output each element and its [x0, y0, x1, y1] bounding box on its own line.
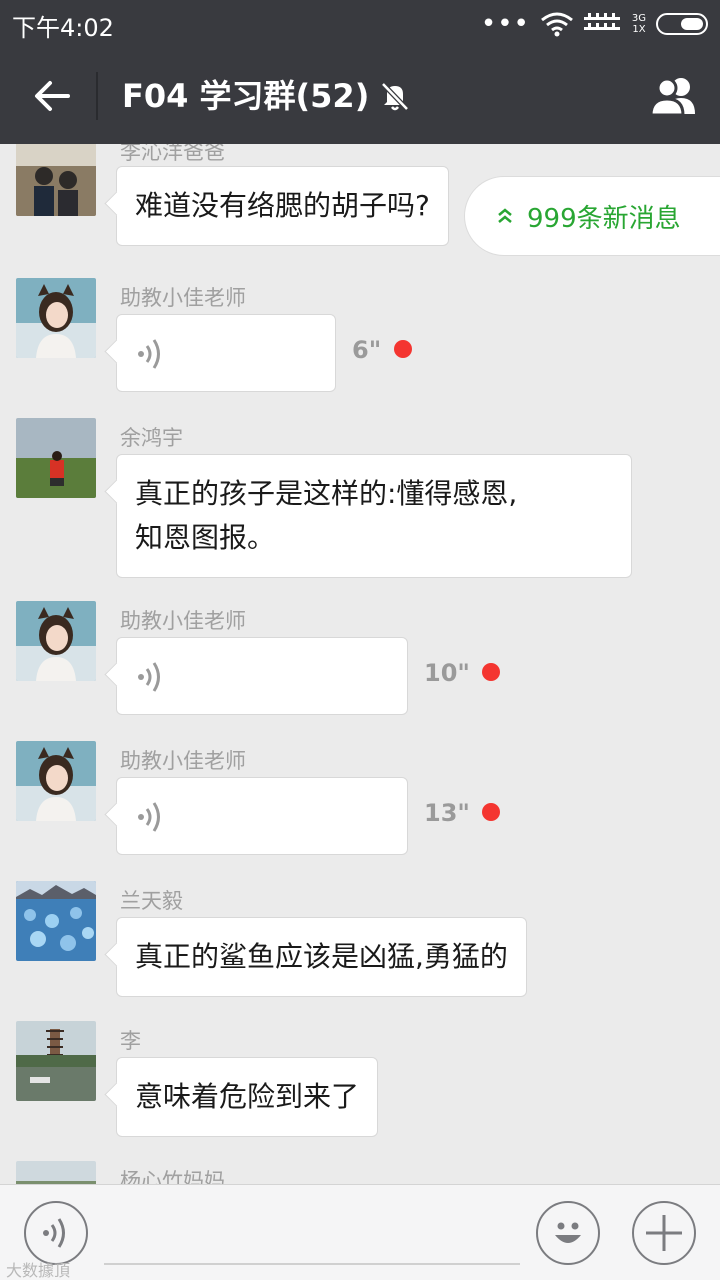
message-bubble[interactable]: 意味着危险到来了 [116, 1057, 379, 1137]
message-bubble[interactable]: 真正的孩子是这样的:懂得感恩, 知恩图报。 [116, 454, 632, 578]
sender-name: 李 [120, 1029, 141, 1053]
unread-dot [394, 340, 412, 358]
wifi-icon [540, 12, 573, 37]
voice-duration: 6" [352, 336, 382, 364]
message-input[interactable] [104, 1263, 520, 1265]
more-dots-icon: ••• [480, 9, 530, 39]
message-bubble[interactable]: 难道没有络腮的胡子吗? [116, 166, 449, 246]
group-members-button[interactable] [646, 72, 702, 120]
voice-duration: 10" [424, 659, 470, 687]
voice-wave-icon [43, 1218, 65, 1248]
new-messages-button[interactable]: 999条新消息 [464, 176, 720, 256]
sender-name: 李沁洋爸爸 [120, 144, 225, 164]
voice-wave-icon [138, 662, 160, 692]
unread-dot [482, 663, 500, 681]
more-options-button[interactable] [632, 1201, 696, 1265]
double-chevron-up-icon [498, 208, 512, 223]
voice-message[interactable] [116, 314, 336, 392]
group-members-icon [649, 77, 695, 116]
status-icons: ••• 3G 1X [481, 8, 708, 40]
smiley-icon [555, 1222, 581, 1243]
plus-icon [646, 1215, 682, 1251]
sender-name: 助教小佳老师 [120, 609, 246, 633]
chat-messages[interactable]: 李沁洋爸爸 难道没有络腮的胡子吗? 助教小佳老师 6" 余鸿宇 真正的孩子是这样… [0, 144, 720, 1184]
back-button[interactable] [24, 68, 80, 124]
message-text: 难道没有络腮的胡子吗? [135, 189, 430, 222]
network-type: 3G 1X [631, 13, 646, 35]
chat-header: F04 学习群(52) [0, 48, 720, 144]
avatar[interactable] [16, 1021, 96, 1101]
signal-icon [583, 13, 620, 30]
chat-title: F04 学习群(52) [122, 76, 411, 116]
emoji-button[interactable] [536, 1201, 600, 1265]
status-bar: 下午4:02 ••• 3G 1X [0, 0, 720, 48]
voice-input-button[interactable] [24, 1201, 88, 1265]
header-divider [96, 72, 98, 120]
arrow-left-icon [35, 81, 70, 111]
message-text: 意味着危险到来了 [135, 1080, 360, 1113]
message-bubble[interactable]: 真正的鲨鱼应该是凶猛,勇猛的 [116, 917, 527, 997]
bell-off-icon [381, 82, 410, 111]
input-bar: 大数據頂 [0, 1184, 720, 1280]
voice-wave-icon [138, 802, 160, 832]
message-text: 真正的鲨鱼应该是凶猛,勇猛的 [135, 940, 508, 973]
group-name: F04 学习群(52) [122, 77, 370, 115]
sender-name: 助教小佳老师 [120, 286, 246, 310]
sender-name: 兰天毅 [120, 889, 183, 913]
message-text-line: 真正的孩子是这样的:懂得感恩, [135, 477, 518, 510]
voice-message[interactable] [116, 637, 408, 715]
avatar[interactable] [16, 278, 96, 358]
voice-wave-icon [138, 339, 160, 369]
sender-name: 余鸿宇 [120, 426, 183, 450]
watermark: 大数據頂 [6, 1261, 71, 1280]
voice-duration: 13" [424, 799, 470, 827]
unread-dot [482, 803, 500, 821]
avatar[interactable] [16, 741, 96, 821]
sender-name: 杨心竹妈妈 [120, 1169, 225, 1184]
battery-icon [656, 13, 708, 35]
avatar[interactable] [16, 1161, 96, 1184]
avatar[interactable] [16, 601, 96, 681]
message-text-line: 知恩图报。 [135, 521, 276, 554]
sender-name: 助教小佳老师 [120, 749, 246, 773]
voice-message[interactable] [116, 777, 408, 855]
avatar[interactable] [16, 418, 96, 498]
avatar[interactable] [16, 881, 96, 961]
new-messages-label: 999条新消息 [527, 203, 681, 234]
avatar[interactable] [16, 144, 96, 216]
status-time: 下午4:02 [12, 14, 114, 42]
